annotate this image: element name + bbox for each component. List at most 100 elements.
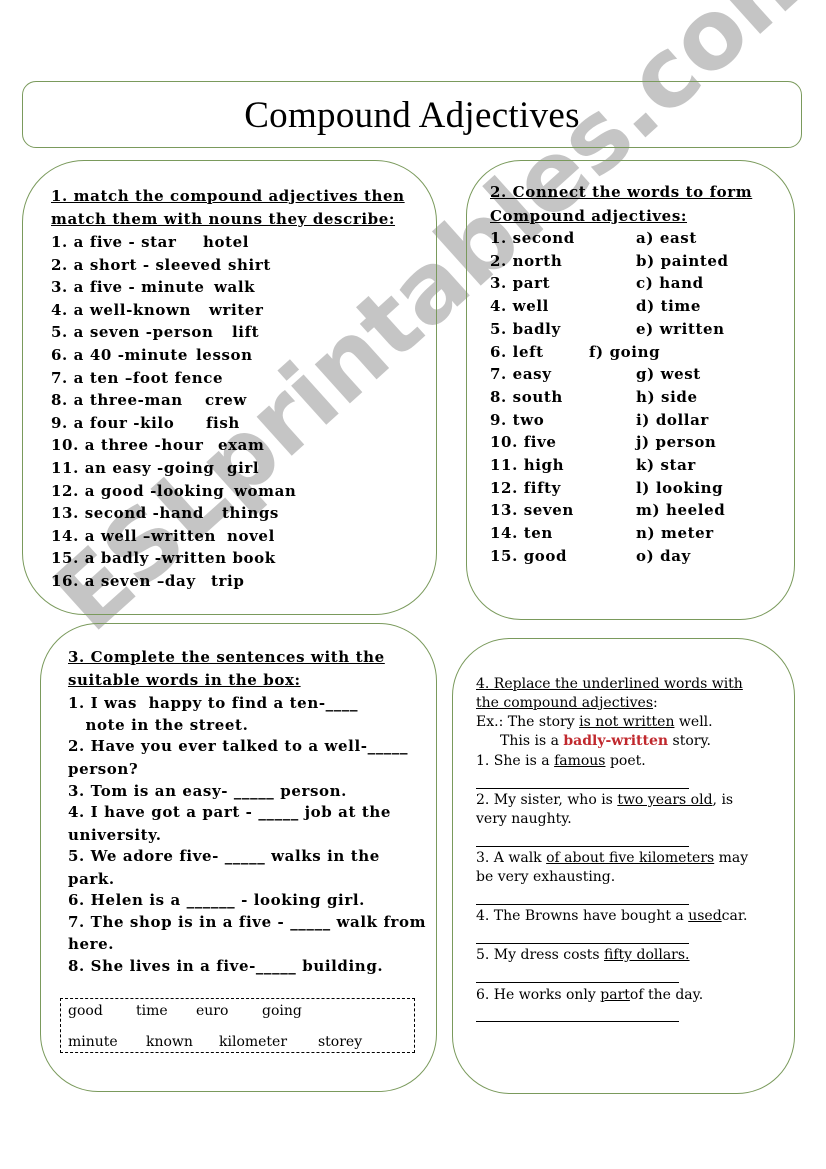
answer-line[interactable] xyxy=(476,1021,679,1022)
connect-left-word: 6. left xyxy=(490,342,544,361)
example-line2-suffix: story. xyxy=(668,733,711,749)
word-box-item: going xyxy=(262,1003,302,1019)
answer-line[interactable] xyxy=(476,788,689,789)
exercise-3-heading-line1: 3. Complete the sentences with the xyxy=(68,648,385,666)
answer-line[interactable] xyxy=(476,904,689,905)
connect-left-word: 5. badly xyxy=(490,319,561,338)
match-item-adjective: 9. a four -kilo xyxy=(51,413,175,432)
match-item-noun: crew xyxy=(205,391,247,410)
replace-item: 2. My sister, who is two years old, is xyxy=(476,792,733,808)
sentence-line: park. xyxy=(68,870,115,888)
word-box: good time euro going minute known kilome… xyxy=(60,998,415,1053)
match-item-noun: girl xyxy=(227,459,260,477)
exercise-4-heading-line2: the compound adjectives: xyxy=(476,695,658,711)
sentence-line: 2. Have you ever talked to a well-_____ xyxy=(68,737,409,755)
match-item-adjective: 4. a well-known xyxy=(51,300,192,319)
heading-text: the compound adjectives xyxy=(476,695,654,711)
item-text: 3. A walk xyxy=(476,850,547,866)
connect-right-word: n) meter xyxy=(636,524,714,543)
match-item-adjective: 12. a good -looking xyxy=(51,481,225,500)
sentence-line: 3. Tom is an easy- _____ person. xyxy=(68,782,347,800)
connect-right-word: a) east xyxy=(636,229,697,247)
replace-item-continuation: be very exhausting. xyxy=(476,869,616,885)
title-box: Compound Adjectives xyxy=(22,81,802,148)
sentence-line: 5. We adore five- _____ walks in the xyxy=(68,847,380,865)
page-title: Compound Adjectives xyxy=(244,95,580,136)
connect-left-word: 8. south xyxy=(490,387,563,406)
match-item-adjective: 13. second -hand xyxy=(51,504,204,523)
connect-right-word: m) heeled xyxy=(636,501,726,520)
word-box-item: kilometer xyxy=(219,1034,288,1050)
example-suffix: well. xyxy=(674,714,713,730)
answer-line[interactable] xyxy=(476,943,689,944)
example-line2-prefix: This is a xyxy=(500,733,564,749)
connect-left-word: 13. seven xyxy=(490,501,574,520)
match-item-noun: woman xyxy=(234,481,297,500)
sentence-line: note in the street. xyxy=(68,716,249,734)
underlined-words: used xyxy=(688,908,722,924)
example-underlined: is not written xyxy=(579,714,675,730)
match-item-noun: hotel xyxy=(203,233,250,251)
match-item-noun: shirt xyxy=(228,255,271,274)
exercise-2-heading-line1: 2. Connect the words to form xyxy=(490,183,753,201)
connect-left-word: 7. easy xyxy=(490,365,552,384)
sentence-line: 8. She lives in a five-_____ building. xyxy=(68,957,384,975)
example-line1: Ex.: The story is not written well. xyxy=(476,714,713,730)
item-text: car. xyxy=(721,908,748,924)
word-box-item: minute xyxy=(68,1034,118,1050)
underlined-words: of about five kilometers xyxy=(546,850,715,866)
underlined-words: two years old xyxy=(617,792,713,808)
sentence-line: 7. The shop is in a five - _____ walk fr… xyxy=(68,913,427,931)
replace-item: 5. My dress costs fifty dollars. xyxy=(476,947,690,963)
match-item-adjective: 7. a ten –foot fence xyxy=(51,368,224,387)
exercise-4-heading-line1: 4. Replace the underlined words with xyxy=(476,676,743,692)
item-text: of the day. xyxy=(629,987,704,1003)
heading-colon: : xyxy=(653,695,658,711)
match-item-adjective: 10. a three -hour xyxy=(51,436,204,455)
connect-right-word: i) dollar xyxy=(636,410,709,429)
item-text: may xyxy=(714,850,749,866)
replace-item: 3. A walk of about five kilometers may xyxy=(476,850,748,866)
sentence-line: 1. I was happy to find a ten-____ xyxy=(68,694,359,712)
underlined-words: fifty dollars. xyxy=(603,947,690,963)
match-item-adjective: 8. a three-man xyxy=(51,391,183,410)
match-item-noun: exam xyxy=(218,436,265,455)
match-item-noun: writer xyxy=(209,300,264,319)
example-highlight: badly-written xyxy=(563,733,669,749)
replace-item: 6. He works only partof the day. xyxy=(476,987,703,1003)
item-text: poet. xyxy=(605,753,646,769)
word-box-item: euro xyxy=(196,1003,229,1019)
sentence-line: 4. I have got a part - _____ job at the xyxy=(68,803,392,821)
connect-left-word: 4. well xyxy=(490,297,549,316)
connect-left-word: 3. part xyxy=(490,274,551,293)
item-text: 4. The Browns have bought a xyxy=(476,908,689,924)
match-item-noun: novel xyxy=(227,526,275,545)
connect-left-word: 9. two xyxy=(490,410,545,429)
replace-item: 1. She is a famous poet. xyxy=(476,753,646,769)
item-text: 2. My sister, who is xyxy=(476,792,618,808)
word-box-item: known xyxy=(146,1034,193,1050)
answer-line[interactable] xyxy=(476,846,689,847)
underlined-words: famous xyxy=(554,753,606,769)
sentence-line: person? xyxy=(68,760,139,778)
answer-line[interactable] xyxy=(476,982,679,983)
connect-right-word: f) going xyxy=(589,342,661,361)
item-text: , is xyxy=(712,792,734,808)
replace-item: 4. The Browns have bought a usedcar. xyxy=(476,908,747,924)
connect-right-word: d) time xyxy=(636,297,702,316)
heading-text: 4. Replace the underlined words with xyxy=(476,676,743,692)
connect-right-word: k) star xyxy=(636,456,696,474)
match-item-adjective: 11. an easy -going xyxy=(51,459,215,477)
match-item-adjective: 14. a well –written xyxy=(51,526,217,545)
connect-left-word: 15. good xyxy=(490,546,568,565)
sentence-line: here. xyxy=(68,935,115,953)
match-item-noun: lesson xyxy=(196,346,253,364)
replace-item-continuation: very naughty. xyxy=(476,811,572,827)
item-text: 6. He works only xyxy=(476,987,601,1003)
word-box-item: storey xyxy=(318,1034,363,1050)
sentence-line: 6. Helen is a ______ - looking girl. xyxy=(68,891,365,909)
word-box-item: time xyxy=(136,1003,168,1019)
sentence-line: university. xyxy=(68,826,162,844)
connect-left-word: 14. ten xyxy=(490,524,553,543)
match-item-adjective: 5. a seven -person xyxy=(51,323,214,342)
